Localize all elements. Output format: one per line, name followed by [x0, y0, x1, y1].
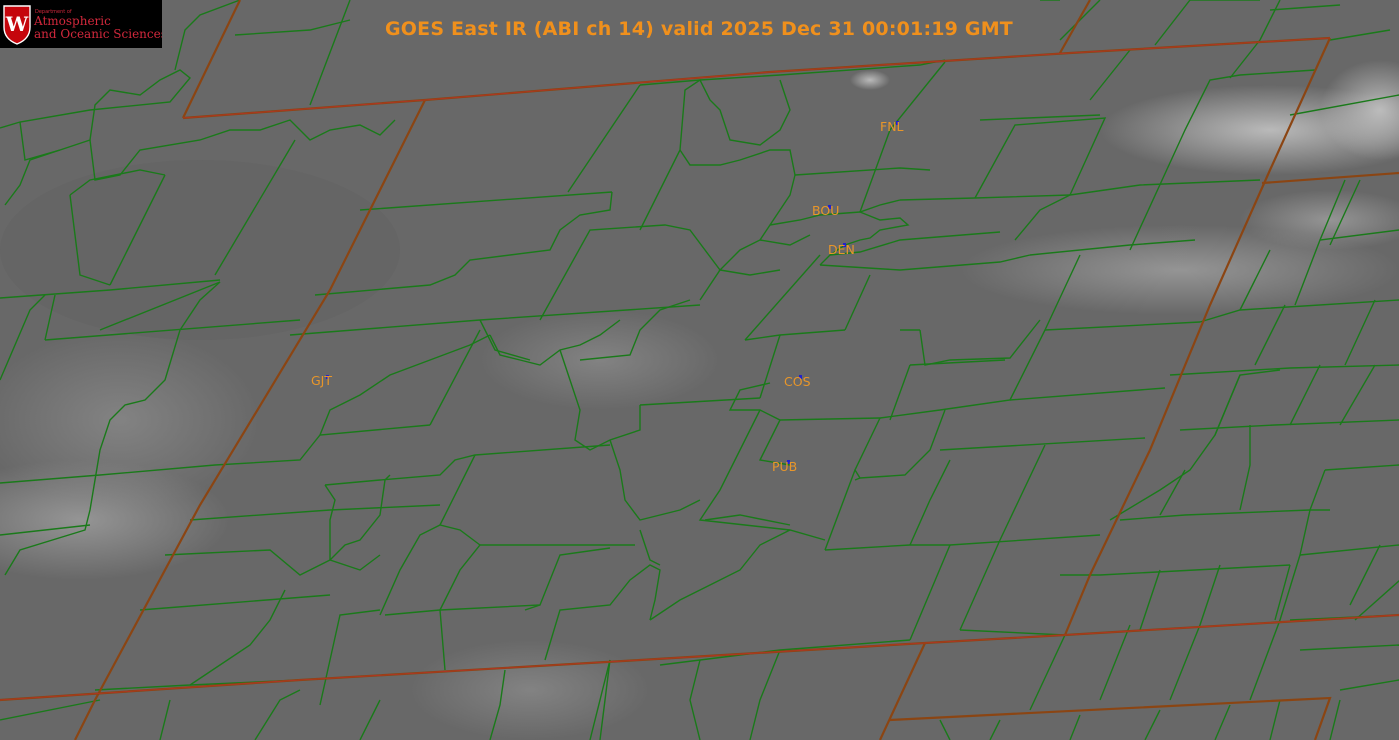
uw-crest-icon: W — [3, 5, 31, 45]
svg-text:W: W — [5, 12, 29, 36]
station-label-den: DEN — [828, 242, 855, 257]
station-label-cos: COS — [784, 374, 811, 389]
station-label-gjt: GJT — [311, 373, 333, 388]
image-title: GOES East IR (ABI ch 14) valid 2025 Dec … — [385, 18, 1013, 40]
satellite-ir-map — [0, 0, 1399, 740]
station-label-pub: PUB — [772, 459, 798, 474]
station-label-fnl: FNL — [880, 119, 904, 134]
logo-line1: Atmospheric — [34, 14, 111, 28]
cloud-layer — [0, 0, 1399, 740]
uw-aos-logo: W Department of Atmospheric and Oceanic … — [0, 0, 162, 48]
station-label-bou: BOU — [812, 203, 840, 218]
logo-line2: and Oceanic Sciences — [34, 27, 162, 41]
